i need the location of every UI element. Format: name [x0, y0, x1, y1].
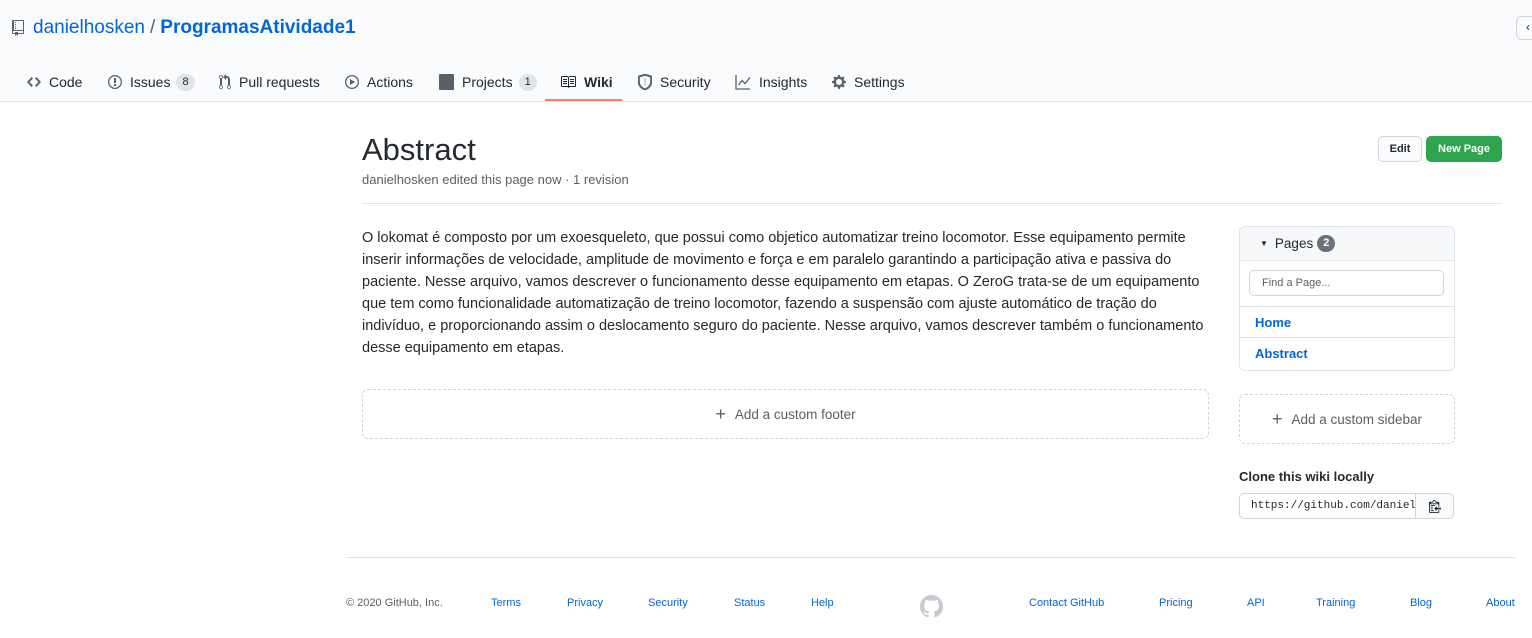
repo-name-link[interactable]: ProgramasAtividade1	[160, 17, 355, 39]
footer-divider	[346, 557, 1516, 558]
triangle-down-icon: ▼	[1260, 239, 1268, 248]
edit-button[interactable]: Edit	[1378, 136, 1422, 162]
clipboard-icon	[1428, 500, 1441, 513]
issues-count-badge: 8	[176, 73, 195, 91]
repo-header: danielhosken / ProgramasAtividade1 ‹ Cod…	[0, 0, 1532, 102]
footer-link-status[interactable]: Status	[734, 597, 765, 609]
add-custom-footer-label: Add a custom footer	[734, 406, 856, 422]
new-page-button[interactable]: New Page	[1426, 136, 1502, 162]
repo-separator: /	[149, 17, 156, 38]
footer-copyright: © 2020 GitHub, Inc.	[346, 597, 443, 609]
clone-title: Clone this wiki locally	[1239, 469, 1375, 484]
repo-owner-link[interactable]: danielhosken	[33, 17, 145, 39]
pages-toggle[interactable]: ▼ Pages 2	[1240, 227, 1454, 261]
footer-link-security[interactable]: Security	[648, 597, 688, 609]
clone-url-group	[1239, 493, 1454, 519]
collapse-button[interactable]: ‹	[1516, 16, 1532, 40]
tab-projects-label: Projects	[462, 74, 513, 90]
shield-icon	[638, 74, 652, 90]
tab-security-label: Security	[660, 74, 711, 90]
plus-icon: +	[715, 404, 726, 424]
tab-wiki-label: Wiki	[584, 74, 613, 90]
pages-count-badge: 2	[1317, 235, 1336, 252]
tab-issues-label: Issues	[130, 74, 171, 90]
tab-insights-label: Insights	[759, 74, 808, 90]
project-icon	[439, 74, 454, 90]
page-link-abstract[interactable]: Abstract	[1240, 338, 1454, 369]
tab-wiki[interactable]: Wiki	[560, 62, 613, 102]
tab-code[interactable]: Code	[27, 62, 82, 102]
footer-link-help[interactable]: Help	[811, 597, 834, 609]
play-icon	[345, 75, 359, 89]
tab-actions-label: Actions	[367, 74, 413, 90]
tab-pull-requests[interactable]: Pull requests	[219, 62, 320, 102]
footer-link-contact[interactable]: Contact GitHub	[1029, 597, 1104, 609]
clone-url-input[interactable]	[1239, 493, 1415, 519]
tab-projects[interactable]: Projects 1	[439, 62, 537, 102]
book-icon	[561, 76, 576, 88]
footer-link-terms[interactable]: Terms	[491, 597, 521, 609]
tab-code-label: Code	[49, 74, 83, 90]
tab-settings-label: Settings	[854, 74, 905, 90]
page-title: Abstract	[362, 132, 476, 167]
footer-link-api[interactable]: API	[1247, 597, 1265, 609]
selected-tab-underline	[545, 99, 622, 101]
pages-label: Pages	[1274, 236, 1314, 251]
header-divider	[362, 203, 1502, 204]
footer-link-training[interactable]: Training	[1316, 597, 1355, 609]
footer-link-pricing[interactable]: Pricing	[1159, 597, 1193, 609]
pages-panel: ▼ Pages 2 Home Abstract	[1239, 226, 1455, 371]
repo-title: danielhosken / ProgramasAtividade1	[12, 16, 356, 40]
pages-filter-container	[1240, 261, 1454, 307]
gear-icon	[832, 75, 846, 89]
page-link-home[interactable]: Home	[1240, 307, 1454, 338]
wiki-body: O lokomat é composto por um exoesqueleto…	[362, 230, 1204, 356]
pull-request-icon	[219, 74, 231, 90]
issue-icon	[108, 75, 122, 89]
github-logo-icon[interactable]	[920, 595, 943, 621]
plus-icon: +	[1271, 409, 1283, 429]
code-icon	[27, 77, 41, 87]
graph-icon	[735, 75, 751, 90]
add-custom-sidebar-label: Add a custom sidebar	[1291, 411, 1423, 427]
find-page-input[interactable]	[1249, 270, 1444, 296]
tab-insights[interactable]: Insights	[735, 62, 807, 102]
tab-pull-requests-label: Pull requests	[239, 74, 320, 90]
footer-link-privacy[interactable]: Privacy	[567, 597, 603, 609]
footer-link-blog[interactable]: Blog	[1410, 597, 1432, 609]
tab-issues[interactable]: Issues 8	[108, 62, 195, 102]
add-custom-footer-button[interactable]: + Add a custom footer	[362, 389, 1209, 439]
tab-settings[interactable]: Settings	[832, 62, 905, 102]
page-meta: danielhosken edited this page now · 1 re…	[362, 172, 629, 187]
tab-security[interactable]: Security	[638, 62, 711, 102]
footer-link-about[interactable]: About	[1486, 597, 1515, 609]
repo-icon	[12, 20, 24, 36]
tab-actions[interactable]: Actions	[345, 62, 413, 102]
projects-count-badge: 1	[518, 73, 537, 91]
copy-clone-url-button[interactable]	[1415, 493, 1454, 519]
add-custom-sidebar-button[interactable]: + Add a custom sidebar	[1239, 394, 1455, 444]
